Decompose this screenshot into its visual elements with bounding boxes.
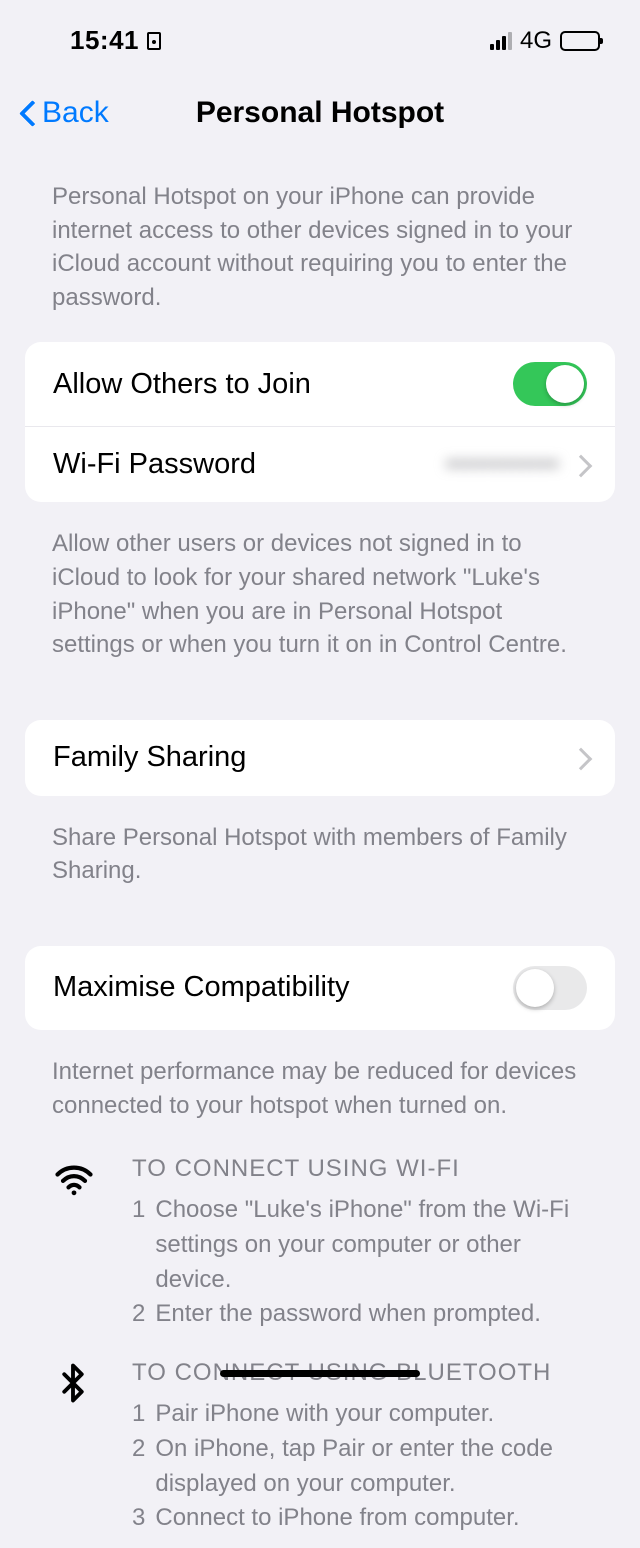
chevron-left-icon — [20, 98, 38, 128]
status-bar: 15:41 4G — [0, 0, 640, 66]
compat-group: Maximise Compatibility — [25, 946, 615, 1030]
nav-bar: Back Personal Hotspot — [0, 66, 640, 150]
wifi-password-row[interactable]: Wi-Fi Password •••••••••••• — [25, 426, 615, 502]
battery-icon — [560, 31, 600, 51]
maximise-compatibility-row: Maximise Compatibility — [25, 946, 615, 1030]
bluetooth-icon — [52, 1356, 102, 1536]
allow-others-toggle[interactable] — [513, 362, 587, 406]
family-sharing-label: Family Sharing — [53, 741, 246, 774]
allow-others-row: Allow Others to Join — [25, 342, 615, 426]
back-button[interactable]: Back — [20, 96, 109, 130]
chevron-right-icon — [573, 453, 587, 477]
family-sharing-group: Family Sharing — [25, 720, 615, 796]
back-label: Back — [42, 96, 109, 130]
bt-step-2: On iPhone, tap Pair or enter the code di… — [155, 1432, 588, 1502]
allow-others-label: Allow Others to Join — [53, 368, 311, 401]
wifi-icon — [52, 1152, 102, 1332]
network-type: 4G — [520, 27, 552, 55]
family-note: Share Personal Hotspot with members of F… — [0, 806, 640, 906]
bt-step-1: Pair iPhone with your computer. — [155, 1397, 494, 1432]
wifi-password-label: Wi-Fi Password — [53, 448, 256, 481]
status-time: 15:41 — [70, 25, 139, 56]
intro-note: Personal Hotspot on your iPhone can prov… — [0, 150, 640, 332]
wifi-step-2: Enter the password when prompted. — [155, 1297, 541, 1332]
bt-step-3: Connect to iPhone from computer. — [155, 1501, 519, 1536]
maximise-compatibility-label: Maximise Compatibility — [53, 971, 350, 1004]
wifi-instructions: TO CONNECT USING WI-FI 1Choose "Luke's i… — [0, 1140, 640, 1344]
sim-icon — [147, 32, 161, 50]
hotspot-settings-group: Allow Others to Join Wi-Fi Password ••••… — [25, 342, 615, 502]
compat-note: Internet performance may be reduced for … — [0, 1040, 640, 1140]
cellular-signal-icon — [490, 32, 512, 50]
allow-note: Allow other users or devices not signed … — [0, 512, 640, 679]
wifi-password-value: •••••••••••• — [446, 449, 559, 480]
wifi-instructions-head: TO CONNECT USING WI-FI — [132, 1152, 588, 1187]
home-indicator[interactable] — [220, 1370, 420, 1377]
family-sharing-row[interactable]: Family Sharing — [25, 720, 615, 796]
wifi-step-1: Choose "Luke's iPhone" from the Wi-Fi se… — [155, 1193, 588, 1297]
chevron-right-icon — [573, 746, 587, 770]
maximise-compatibility-toggle[interactable] — [513, 966, 587, 1010]
